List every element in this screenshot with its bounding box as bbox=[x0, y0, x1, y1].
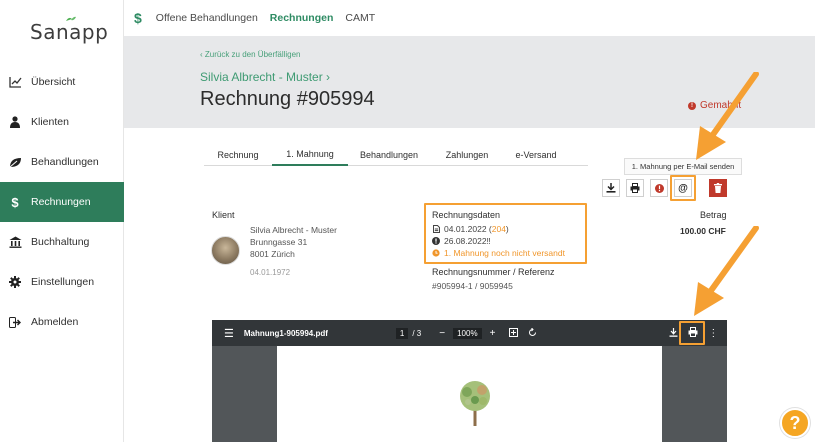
pdf-toolbar: ☰ Mahnung1-905994.pdf 1 / 3 − 100% + ⋮ bbox=[212, 320, 727, 346]
person-icon bbox=[8, 115, 22, 129]
tree-logo-icon bbox=[460, 381, 490, 426]
sidebar-item-label: Einstellungen bbox=[31, 276, 95, 288]
fit-page-icon[interactable] bbox=[509, 327, 519, 339]
client-city: 8001 Zürich bbox=[250, 249, 295, 259]
menu-icon[interactable]: ☰ bbox=[224, 327, 234, 340]
pointer-arrow-icon bbox=[696, 72, 759, 160]
trash-icon bbox=[714, 183, 722, 193]
sidebar-item-behandlungen[interactable]: Behandlungen bbox=[0, 142, 124, 182]
tab-e-versand[interactable]: e-Versand bbox=[504, 144, 568, 166]
download-button[interactable] bbox=[602, 179, 620, 197]
invoice-data-label: Rechnungsdaten bbox=[432, 210, 501, 220]
invoice-date-close: ) bbox=[505, 224, 509, 234]
tab-bar: Rechnung 1. Mahnung Behandlungen Zahlung… bbox=[204, 144, 588, 166]
help-button[interactable]: ? bbox=[780, 408, 810, 438]
pdf-filename: Mahnung1-905994.pdf bbox=[243, 328, 328, 338]
client-street: Brunngasse 31 bbox=[250, 237, 308, 247]
nav-link-rechnungen[interactable]: Rechnungen bbox=[270, 12, 334, 24]
sidebar-item-label: Behandlungen bbox=[31, 156, 99, 168]
client-name: Silvia Albrecht - Muster bbox=[250, 225, 337, 235]
page-input[interactable]: 1 bbox=[395, 327, 409, 339]
clock-icon bbox=[432, 249, 440, 257]
sidebar-item-buchhaltung[interactable]: Buchhaltung bbox=[0, 222, 124, 262]
print-button[interactable] bbox=[626, 179, 644, 197]
client-label: Klient bbox=[212, 210, 235, 220]
tab-zahlungen[interactable]: Zahlungen bbox=[430, 144, 504, 166]
sidebar-item-label: Übersicht bbox=[31, 76, 76, 88]
document-icon bbox=[432, 225, 440, 233]
reminder-status: 1. Mahnung noch nicht versandt bbox=[444, 248, 565, 258]
reference-value: #905994-1 / 9059945 bbox=[432, 281, 513, 291]
invoice-date: 04.01.2022 ( bbox=[444, 224, 492, 234]
page-count: / 3 bbox=[412, 328, 422, 338]
download-icon bbox=[606, 183, 616, 193]
printer-icon bbox=[630, 183, 640, 193]
top-nav: $ Offene Behandlungen Rechnungen CAMT bbox=[124, 0, 815, 36]
patient-link[interactable]: Silvia Albrecht - Muster › bbox=[200, 70, 330, 84]
amount-value: 100.00 CHF bbox=[680, 226, 726, 236]
reference-label: Rechnungsnummer / Referenz bbox=[432, 267, 555, 277]
due-date: 26.08.2022‼ bbox=[444, 236, 491, 246]
dollar-icon: $ bbox=[11, 194, 19, 210]
back-link[interactable]: ‹ Zurück zu den Überfälligen bbox=[200, 50, 301, 59]
tab-behandlungen[interactable]: Behandlungen bbox=[348, 144, 430, 166]
sidebar-item-uebersicht[interactable]: Übersicht bbox=[0, 62, 124, 102]
page-title: Rechnung #905994 bbox=[200, 88, 375, 110]
sidebar-item-label: Abmelden bbox=[31, 316, 79, 328]
tab-rechnung[interactable]: Rechnung bbox=[204, 144, 272, 166]
due-date-row: 26.08.2022‼ bbox=[432, 236, 491, 246]
delete-button[interactable] bbox=[709, 179, 727, 197]
sidebar-item-einstellungen[interactable]: Einstellungen bbox=[0, 262, 124, 302]
pdf-page bbox=[277, 346, 662, 442]
pointer-arrow-icon bbox=[694, 226, 759, 316]
dollar-icon: $ bbox=[134, 10, 142, 26]
avatar bbox=[211, 236, 240, 265]
pdf-print-highlight bbox=[679, 321, 705, 345]
app-logo[interactable]: Sanapp bbox=[30, 20, 108, 44]
sidebar-item-label: Rechnungen bbox=[31, 196, 91, 208]
email-button-highlight bbox=[670, 175, 696, 201]
invoice-date-row: 04.01.2022 (204) bbox=[432, 224, 509, 234]
client-dob: 04.01.1972 bbox=[250, 268, 291, 277]
logout-icon bbox=[8, 315, 22, 329]
gear-icon bbox=[8, 275, 22, 289]
bank-icon bbox=[8, 235, 22, 249]
more-options-icon[interactable]: ⋮ bbox=[708, 328, 718, 339]
logo-leaf-icon bbox=[66, 16, 76, 21]
pdf-download-icon[interactable] bbox=[669, 327, 678, 339]
alert-icon bbox=[432, 237, 440, 245]
zoom-input[interactable]: 100% bbox=[453, 327, 482, 339]
sidebar-item-abmelden[interactable]: Abmelden bbox=[0, 302, 124, 342]
sidebar: Sanapp Übersicht Klienten Behandlungen $… bbox=[0, 0, 124, 442]
chart-line-icon bbox=[8, 75, 22, 89]
leaf-icon bbox=[8, 155, 22, 169]
tab-mahnung[interactable]: 1. Mahnung bbox=[272, 144, 348, 166]
sidebar-item-label: Buchhaltung bbox=[31, 236, 90, 248]
amount-label: Betrag bbox=[700, 210, 727, 220]
zoom-out-icon[interactable]: − bbox=[439, 328, 445, 339]
invoice-days: 204 bbox=[491, 224, 506, 234]
alert-icon bbox=[654, 183, 664, 193]
alert-button[interactable] bbox=[650, 179, 668, 197]
rotate-icon[interactable] bbox=[528, 327, 537, 339]
sidebar-item-klienten[interactable]: Klienten bbox=[0, 102, 124, 142]
sidebar-item-rechnungen[interactable]: $ Rechnungen bbox=[0, 182, 124, 222]
nav-link-camt[interactable]: CAMT bbox=[345, 12, 375, 24]
nav-link-offene-behandlungen[interactable]: Offene Behandlungen bbox=[156, 12, 258, 24]
sidebar-item-label: Klienten bbox=[31, 116, 69, 128]
zoom-in-icon[interactable]: + bbox=[490, 328, 496, 339]
reminder-status-row: 1. Mahnung noch nicht versandt bbox=[432, 248, 565, 258]
